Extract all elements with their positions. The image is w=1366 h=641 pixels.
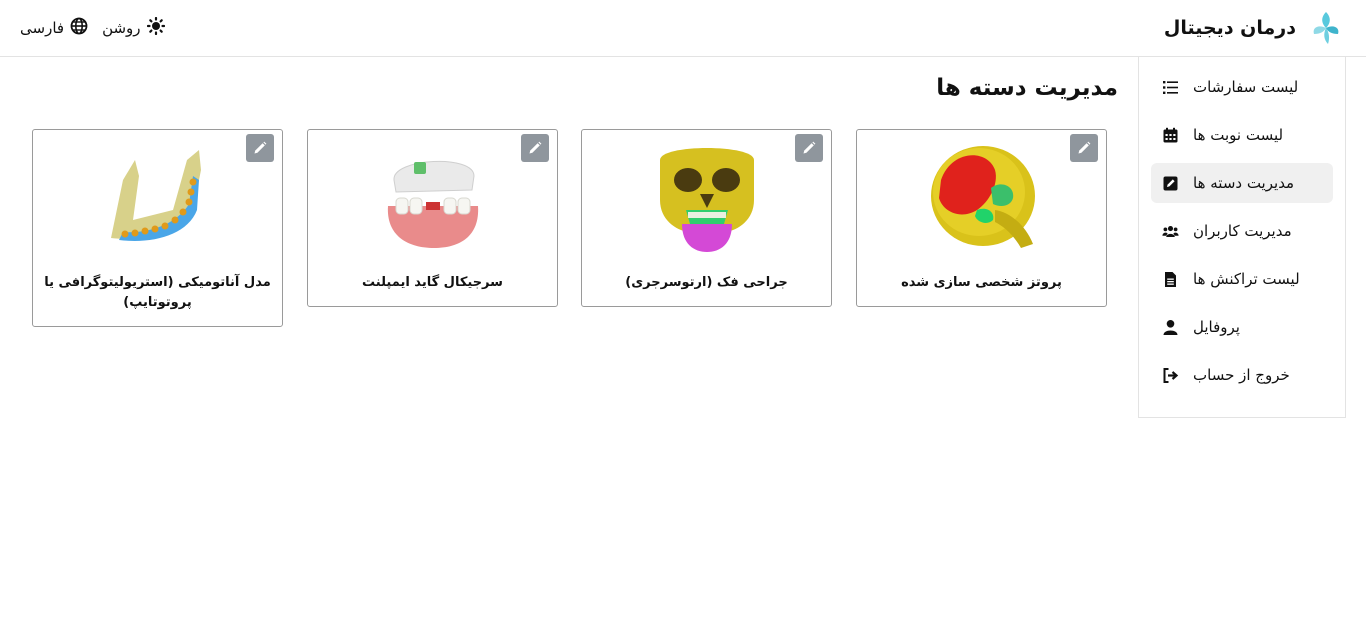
- pencil-icon: [1078, 141, 1091, 154]
- sidebar-item-label: مدیریت کاربران: [1193, 222, 1292, 240]
- users-icon: [1161, 222, 1179, 240]
- globe-icon: [70, 17, 88, 39]
- category-card[interactable]: مدل آناتومیکی (استریولیتوگرافی یا پروتوت…: [32, 129, 283, 327]
- category-label: سرجیکال گاید ایمپلنت: [362, 275, 503, 290]
- pencil-icon: [529, 141, 542, 154]
- sidebar-item-label: لیست نوبت ها: [1193, 126, 1284, 144]
- sun-icon: [146, 16, 165, 39]
- theme-label: روشن: [102, 19, 141, 37]
- calendar-icon: [1161, 126, 1179, 144]
- logout-icon: [1161, 366, 1179, 384]
- sidebar-item-label: لیست سفارشات: [1193, 78, 1299, 96]
- edit-button[interactable]: [246, 134, 274, 162]
- sidebar-item-categories[interactable]: مدیریت دسته ها: [1151, 163, 1333, 203]
- pencil-icon: [254, 141, 267, 154]
- sidebar-item-profile[interactable]: پروفایل: [1151, 307, 1333, 347]
- list-icon: [1161, 78, 1179, 96]
- dental-guide-image: [368, 140, 498, 256]
- top-bar: درمان دیجیتال فارسی روشن: [0, 0, 1366, 57]
- language-switcher[interactable]: فارسی: [20, 17, 88, 39]
- category-label: پروتز شخصی سازی شده: [901, 275, 1062, 290]
- edit-button[interactable]: [795, 134, 823, 162]
- jaw-surgery-skull-image: [642, 140, 772, 256]
- theme-toggle[interactable]: روشن: [102, 16, 165, 39]
- category-label: جراحی فک (ارتوسرجری): [625, 275, 788, 290]
- mandible-model-image: [93, 140, 223, 256]
- sidebar-item-logout[interactable]: خروج از حساب: [1151, 355, 1333, 395]
- category-card[interactable]: پروتز شخصی سازی شده: [856, 129, 1107, 307]
- edit-button[interactable]: [1070, 134, 1098, 162]
- category-label: مدل آناتومیکی (استریولیتوگرافی یا پروتوت…: [44, 275, 271, 310]
- pencil-icon: [803, 141, 816, 154]
- brand-title: درمان دیجیتال: [1163, 17, 1296, 39]
- top-tools: فارسی روشن: [20, 14, 165, 42]
- category-card[interactable]: سرجیکال گاید ایمپلنت: [307, 129, 558, 307]
- language-label: فارسی: [20, 19, 65, 37]
- sidebar: لیست سفارشات لیست نوبت ها مدیریت دسته ها…: [1138, 57, 1346, 418]
- sidebar-item-orders[interactable]: لیست سفارشات: [1151, 67, 1333, 107]
- edit-square-icon: [1161, 174, 1179, 192]
- sidebar-item-transactions[interactable]: لیست تراکنش ها: [1151, 259, 1333, 299]
- category-card[interactable]: جراحی فک (ارتوسرجری): [581, 129, 832, 307]
- sidebar-item-label: لیست تراکنش ها: [1193, 270, 1300, 288]
- page-title: مدیریت دسته ها: [936, 75, 1118, 101]
- sidebar-item-appointments[interactable]: لیست نوبت ها: [1151, 115, 1333, 155]
- brand[interactable]: درمان دیجیتال: [1164, 8, 1342, 48]
- sidebar-item-label: مدیریت دسته ها: [1193, 174, 1295, 192]
- sidebar-item-label: پروفایل: [1193, 318, 1240, 336]
- document-icon: [1161, 270, 1179, 288]
- edit-button[interactable]: [521, 134, 549, 162]
- skull-implant-image: [917, 140, 1047, 256]
- sidebar-item-label: خروج از حساب: [1193, 366, 1290, 384]
- logo-icon: [1310, 10, 1342, 46]
- user-icon: [1161, 318, 1179, 336]
- sidebar-item-users[interactable]: مدیریت کاربران: [1151, 211, 1333, 251]
